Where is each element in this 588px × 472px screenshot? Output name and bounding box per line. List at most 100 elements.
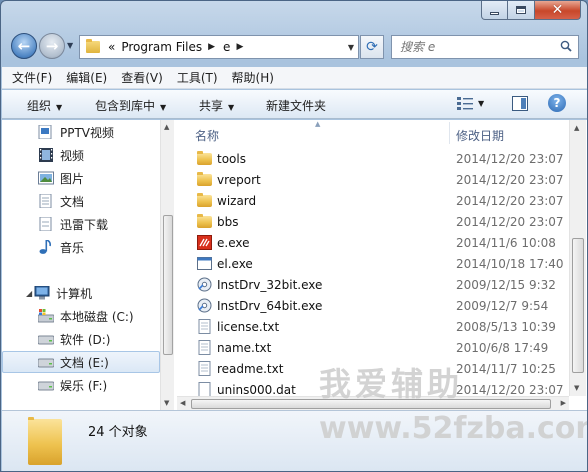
file-date-modified: 2014/12/20 23:07 <box>456 152 564 166</box>
text-file-icon <box>198 340 211 355</box>
forward-button[interactable]: → <box>39 33 65 59</box>
column-divider[interactable] <box>449 122 450 144</box>
preview-pane-icon[interactable] <box>512 96 528 111</box>
search-input[interactable] <box>400 40 550 54</box>
file-row[interactable]: tools 2014/12/20 23:07 <box>177 148 569 169</box>
video-library-icon <box>39 148 53 162</box>
menu-help[interactable]: 帮助(H) <box>232 69 274 86</box>
file-date-modified: 2009/12/15 9:32 <box>456 278 556 292</box>
column-header-row: ▲ 名称 修改日期 <box>177 120 569 146</box>
file-row[interactable]: InstDrv_64bit.exe 2009/12/7 9:54 <box>177 295 569 316</box>
scroll-down-icon[interactable]: ▼ <box>574 384 579 392</box>
file-date-modified: 2014/12/20 23:07 <box>456 173 564 187</box>
nav-item-drive-f[interactable]: 娱乐 (F:) <box>2 374 160 396</box>
include-in-library-button[interactable]: 包含到库中 ▼ <box>95 97 166 114</box>
nav-item-pptv[interactable]: PPTV视频 <box>2 121 160 143</box>
scrollbar-thumb[interactable] <box>163 215 173 355</box>
file-row[interactable]: license.txt 2008/5/13 10:39 <box>177 316 569 337</box>
nav-item-drive-d[interactable]: 软件 (D:) <box>2 328 160 350</box>
minimize-button[interactable] <box>481 1 508 20</box>
maximize-button[interactable] <box>508 1 535 20</box>
scrollbar-thumb[interactable] <box>572 238 584 373</box>
breadcrumb-e[interactable]: e <box>223 40 230 54</box>
file-row[interactable]: el.exe 2014/10/18 17:40 <box>177 253 569 274</box>
explorer-window: ✕ ← → ▼ « Program Files ▶ e ▶ ▼ ⟳ 文件(F) … <box>0 0 588 472</box>
file-row[interactable]: e.exe 2014/11/6 10:08 <box>177 232 569 253</box>
file-row[interactable]: wizard 2014/12/20 23:07 <box>177 190 569 211</box>
text-file-icon <box>198 361 211 376</box>
file-row[interactable]: name.txt 2010/6/8 17:49 <box>177 337 569 358</box>
file-row[interactable]: bbs 2014/12/20 23:07 <box>177 211 569 232</box>
back-button[interactable]: ← <box>11 33 37 59</box>
navigation-row: ← → ▼ « Program Files ▶ e ▶ ▼ ⟳ <box>1 33 587 63</box>
file-list-vertical-scrollbar[interactable]: ▲ ▼ <box>569 120 586 396</box>
column-header-date-modified[interactable]: 修改日期 <box>456 127 504 144</box>
file-date-modified: 2014/12/20 23:07 <box>456 194 564 208</box>
new-folder-button[interactable]: 新建文件夹 <box>266 97 326 114</box>
menu-edit[interactable]: 编辑(E) <box>66 69 107 86</box>
application-icon <box>197 257 212 270</box>
share-button[interactable]: 共享 ▼ <box>199 97 234 114</box>
folder-icon <box>28 417 62 465</box>
address-bar[interactable]: « Program Files ▶ e ▶ ▼ <box>79 35 359 59</box>
music-library-icon <box>39 240 51 254</box>
address-dropdown-icon[interactable]: ▼ <box>348 43 354 52</box>
breadcrumb-program-files[interactable]: Program Files <box>121 40 202 54</box>
organize-button[interactable]: 组织 ▼ <box>27 97 62 114</box>
menu-tools[interactable]: 工具(T) <box>177 69 218 86</box>
file-name: readme.txt <box>217 362 284 376</box>
file-name: el.exe <box>217 257 253 271</box>
file-row[interactable]: InstDrv_32bit.exe 2009/12/15 9:32 <box>177 274 569 295</box>
breadcrumb-overflow[interactable]: « <box>108 40 115 54</box>
file-date-modified: 2009/12/7 9:54 <box>456 299 549 313</box>
recent-pages-button[interactable]: ▼ <box>67 41 73 50</box>
file-name: vreport <box>217 173 261 187</box>
breadcrumb-chevron-icon[interactable]: ▶ <box>236 42 243 52</box>
scroll-down-icon[interactable]: ▼ <box>164 399 169 407</box>
file-icon <box>198 382 211 397</box>
nav-item-thunder-downloads[interactable]: 迅雷下载 <box>2 213 160 235</box>
menu-view[interactable]: 查看(V) <box>121 69 163 86</box>
search-icon[interactable] <box>560 40 572 52</box>
drive-icon <box>38 358 54 368</box>
search-box[interactable] <box>391 35 579 59</box>
back-arrow-icon: ← <box>17 36 31 55</box>
nav-item-label: 文档 <box>60 194 85 209</box>
menu-file[interactable]: 文件(F) <box>12 69 52 86</box>
file-list-horizontal-scrollbar[interactable]: ◀ ▶ <box>177 396 569 410</box>
file-date-modified: 2010/6/8 17:49 <box>456 341 549 355</box>
refresh-button[interactable]: ⟳ <box>360 35 384 59</box>
scroll-up-icon[interactable]: ▲ <box>164 123 169 131</box>
item-count: 24 个对象 <box>88 425 148 440</box>
pictures-library-icon <box>38 171 54 185</box>
scrollbar-thumb[interactable] <box>191 399 551 409</box>
command-bar: 组织 ▼ 包含到库中 ▼ 共享 ▼ 新建文件夹 ▼ ? <box>2 90 587 119</box>
nav-item-computer[interactable]: ◢ 计算机 <box>2 282 160 304</box>
expand-icon[interactable]: ◢ <box>26 289 32 298</box>
nav-item-label: 文档 (E:) <box>60 355 109 370</box>
scroll-left-icon[interactable]: ◀ <box>180 399 185 407</box>
column-header-name[interactable]: 名称 <box>195 127 219 144</box>
scroll-right-icon[interactable]: ▶ <box>561 399 566 407</box>
nav-item-pictures[interactable]: 图片 <box>2 167 160 189</box>
nav-item-drive-c[interactable]: 本地磁盘 (C:) <box>2 305 160 327</box>
help-icon[interactable]: ? <box>548 94 566 112</box>
file-name: wizard <box>217 194 257 208</box>
file-row[interactable]: vreport 2014/12/20 23:07 <box>177 169 569 190</box>
caption-buttons: ✕ <box>481 1 581 20</box>
organize-label: 组织 <box>27 99 52 113</box>
close-button[interactable]: ✕ <box>535 1 581 20</box>
breadcrumb-chevron-icon[interactable]: ▶ <box>208 42 215 52</box>
view-options-dropdown-icon[interactable]: ▼ <box>478 99 484 108</box>
scroll-up-icon[interactable]: ▲ <box>574 124 579 132</box>
nav-item-documents[interactable]: 文档 <box>2 190 160 212</box>
change-view-icon[interactable] <box>457 96 473 110</box>
file-date-modified: 2008/5/13 10:39 <box>456 320 556 334</box>
file-row[interactable]: readme.txt 2014/11/7 10:25 <box>177 358 569 379</box>
nav-item-video[interactable]: 视频 <box>2 144 160 166</box>
nav-item-music[interactable]: 音乐 <box>2 236 160 258</box>
drive-icon <box>38 381 54 391</box>
navigation-scrollbar[interactable]: ▲ ▼ <box>160 120 174 410</box>
nav-item-drive-e[interactable]: 文档 (E:) <box>2 351 160 373</box>
folder-icon <box>197 172 212 186</box>
